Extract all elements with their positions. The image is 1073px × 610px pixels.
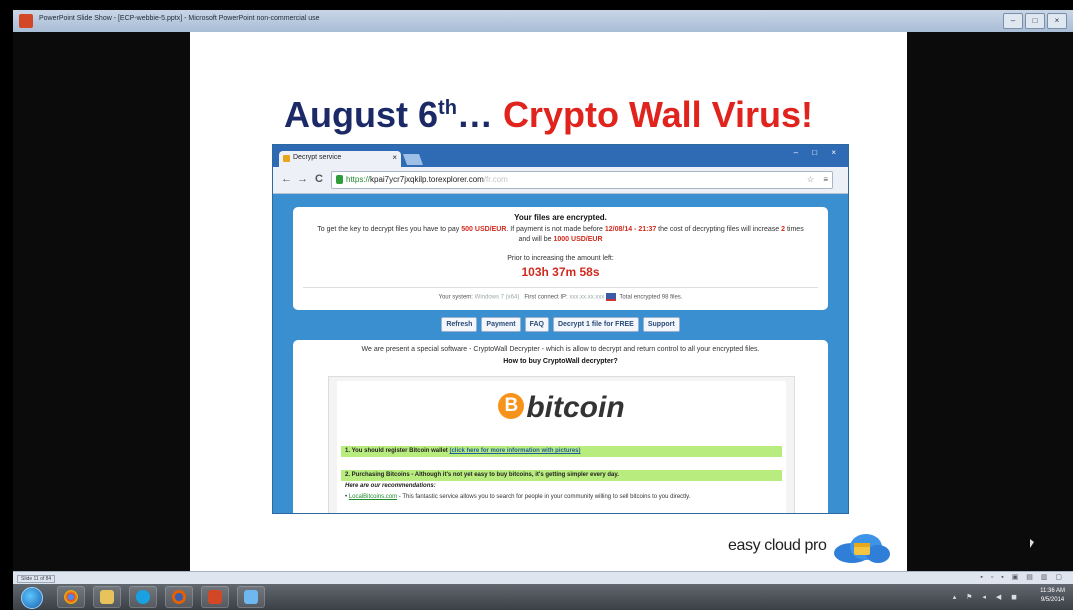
taskbar-clock[interactable]: 11:36 AM 9/5/2014 (1040, 587, 1065, 605)
ip-value: xxx.xx.xx.xxx (569, 294, 605, 301)
localbitcoins-link[interactable]: LocalBitcoins.com (349, 494, 397, 500)
file-explorer-taskbar-icon[interactable] (93, 586, 121, 608)
powerpoint-taskbar-icon[interactable] (201, 586, 229, 608)
ransom-message: To get the key to decrypt files you have… (313, 225, 808, 245)
url-host: kpai7ycr7jxqkilp.torexplorer.com (370, 175, 484, 184)
lock-icon (336, 175, 343, 184)
bitcoin-instructions: Bbitcoin 1. You should register Bitcoin … (328, 376, 795, 513)
statusbar: Slide 11 of 84 ▪ ▫ ▪ ▣ ▤ ▥ ▢ (13, 571, 1073, 584)
step1-link[interactable]: (click here for more information with pi… (449, 448, 580, 454)
start-button-icon[interactable] (21, 587, 43, 609)
address-bar[interactable]: https:// kpai7ycr7jxqkilp.torexplorer.co… (331, 171, 833, 189)
ransom-note-panel: Your files are encrypted. To get the key… (293, 207, 828, 310)
forward-arrow-icon[interactable]: → (297, 173, 308, 185)
encrypted-suffix: files. (668, 294, 683, 301)
recommendations-label: Here are our recommendations: (345, 483, 436, 489)
bitcoin-icon: B (498, 393, 525, 420)
bitcoin-wordmark: bitcoin (526, 391, 625, 424)
firefox-taskbar-icon[interactable] (165, 586, 193, 608)
payment-button[interactable]: Payment (481, 317, 521, 332)
encrypted-label: Total encrypted (619, 294, 662, 301)
browser-window-controls[interactable]: – □ × (794, 148, 842, 157)
ransom-amount-increased: 1000 USD/EUR (553, 236, 603, 243)
slide[interactable]: August 6th… Crypto Wall Virus! Decrypt s… (190, 32, 907, 571)
slide-title: August 6th… Crypto Wall Virus! (190, 94, 907, 136)
support-button[interactable]: Support (642, 317, 680, 332)
title-date: August 6 (284, 94, 439, 135)
maximize-button[interactable]: □ (1025, 13, 1045, 29)
step-register-wallet: 1. You should register Bitcoin wallet (c… (341, 446, 782, 457)
browser-screenshot: Decrypt service × – □ × ← → C https:// k… (272, 144, 849, 514)
new-tab-button[interactable] (402, 154, 424, 165)
brand-name: easy cloud pro (728, 537, 827, 554)
view-buttons[interactable]: ▪ ▫ ▪ ▣ ▤ ▥ ▢ (980, 573, 1065, 581)
decrypt-free-button[interactable]: Decrypt 1 file for FREE (552, 317, 639, 332)
list-item: • LocalBitcoins.com - This fantastic ser… (345, 494, 691, 500)
ransom-deadline: 12/08/14 - 21:37 (604, 226, 657, 233)
tab-close-icon[interactable]: × (392, 153, 397, 162)
system-tray-icons[interactable]: ▴ ⚑ ◂ ◀ ◼ (953, 593, 1021, 601)
countdown-label: Prior to increasing the amount left: (507, 255, 614, 262)
us-flag-icon (606, 293, 617, 301)
payment-how-to: How to buy CryptoWall decrypter? (503, 358, 618, 365)
ransom-text: To get the key to decrypt files you have… (317, 226, 462, 233)
skype-taskbar-icon[interactable] (129, 586, 157, 608)
cloud-logo-icon (834, 534, 890, 563)
ip-label: First connect IP: (524, 294, 570, 301)
faq-button[interactable]: FAQ (524, 317, 549, 332)
reload-icon[interactable]: C (315, 173, 323, 185)
browser-tab[interactable]: Decrypt service × (279, 151, 401, 167)
ransom-nav-buttons: Refresh Payment FAQ Decrypt 1 file for F… (273, 317, 848, 332)
system-value: Windows 7 (x64) (474, 294, 520, 301)
title-ellipsis: … (456, 94, 503, 135)
chrome-taskbar-icon[interactable] (57, 586, 85, 608)
bitcoin-instructions-body: Bbitcoin 1. You should register Bitcoin … (337, 381, 786, 513)
minimize-button[interactable]: – (1003, 13, 1023, 29)
browser-tab-strip: Decrypt service × – □ × (273, 145, 848, 167)
slide-number: Slide 11 of 84 (17, 575, 56, 583)
divider (303, 287, 818, 288)
bookmark-star-icon[interactable]: ☆ (807, 172, 814, 188)
snowflake-app-taskbar-icon[interactable] (237, 586, 265, 608)
ransom-text: . If payment is not made before (506, 226, 605, 233)
title-date-suffix: th (438, 97, 457, 119)
countdown-timer: 103h 37m 58s (521, 265, 600, 279)
menu-icon[interactable]: ≡ (823, 172, 828, 188)
step-purchase-bitcoins: 2. Purchasing Bitcoins - Although it's n… (341, 470, 782, 481)
clock-date: 9/5/2014 (1040, 597, 1065, 603)
payment-intro: We are present a special software - Cryp… (361, 346, 760, 353)
window-titlebar: PowerPoint Slide Show - [ECP-webbie-5.pp… (13, 10, 1073, 33)
payment-panel: We are present a special software - Cryp… (293, 340, 828, 513)
tab-label: Decrypt service (293, 154, 342, 161)
slide-show-area: August 6th… Crypto Wall Virus! Decrypt s… (13, 32, 1073, 571)
window-controls: – □ × (1003, 13, 1067, 29)
tab-favicon-icon (283, 155, 290, 162)
url-path: /fr.com (483, 175, 508, 184)
bitcoin-logo: Bbitcoin (337, 391, 786, 425)
system-label: Your system: (438, 294, 475, 301)
step1-text: 1. You should register Bitcoin wallet (345, 448, 450, 454)
back-arrow-icon[interactable]: ← (281, 173, 292, 185)
powerpoint-icon (19, 14, 33, 28)
ransom-text: the cost of decrypting files will increa… (656, 226, 782, 233)
ransom-heading: Your files are encrypted. (514, 213, 607, 222)
browser-toolbar: ← → C https:// kpai7ycr7jxqkilp.torexplo… (273, 167, 848, 194)
window-title: PowerPoint Slide Show - [ECP-webbie-5.pp… (39, 15, 320, 22)
title-virus-name: Crypto Wall Virus! (502, 94, 813, 135)
mouse-cursor-icon (1030, 539, 1034, 548)
taskbar: ▴ ⚑ ◂ ◀ ◼ 11:36 AM 9/5/2014 (13, 584, 1073, 610)
clock-time: 11:36 AM (1040, 588, 1065, 594)
ransom-amount: 500 USD/EUR (461, 226, 507, 233)
system-info: Your system: Windows 7 (x64) First conne… (293, 293, 828, 301)
close-button[interactable]: × (1047, 13, 1067, 29)
bullet-text: - This fantastic service allows you to s… (397, 494, 691, 500)
url-scheme: https:// (346, 175, 371, 184)
refresh-button[interactable]: Refresh (441, 317, 478, 332)
